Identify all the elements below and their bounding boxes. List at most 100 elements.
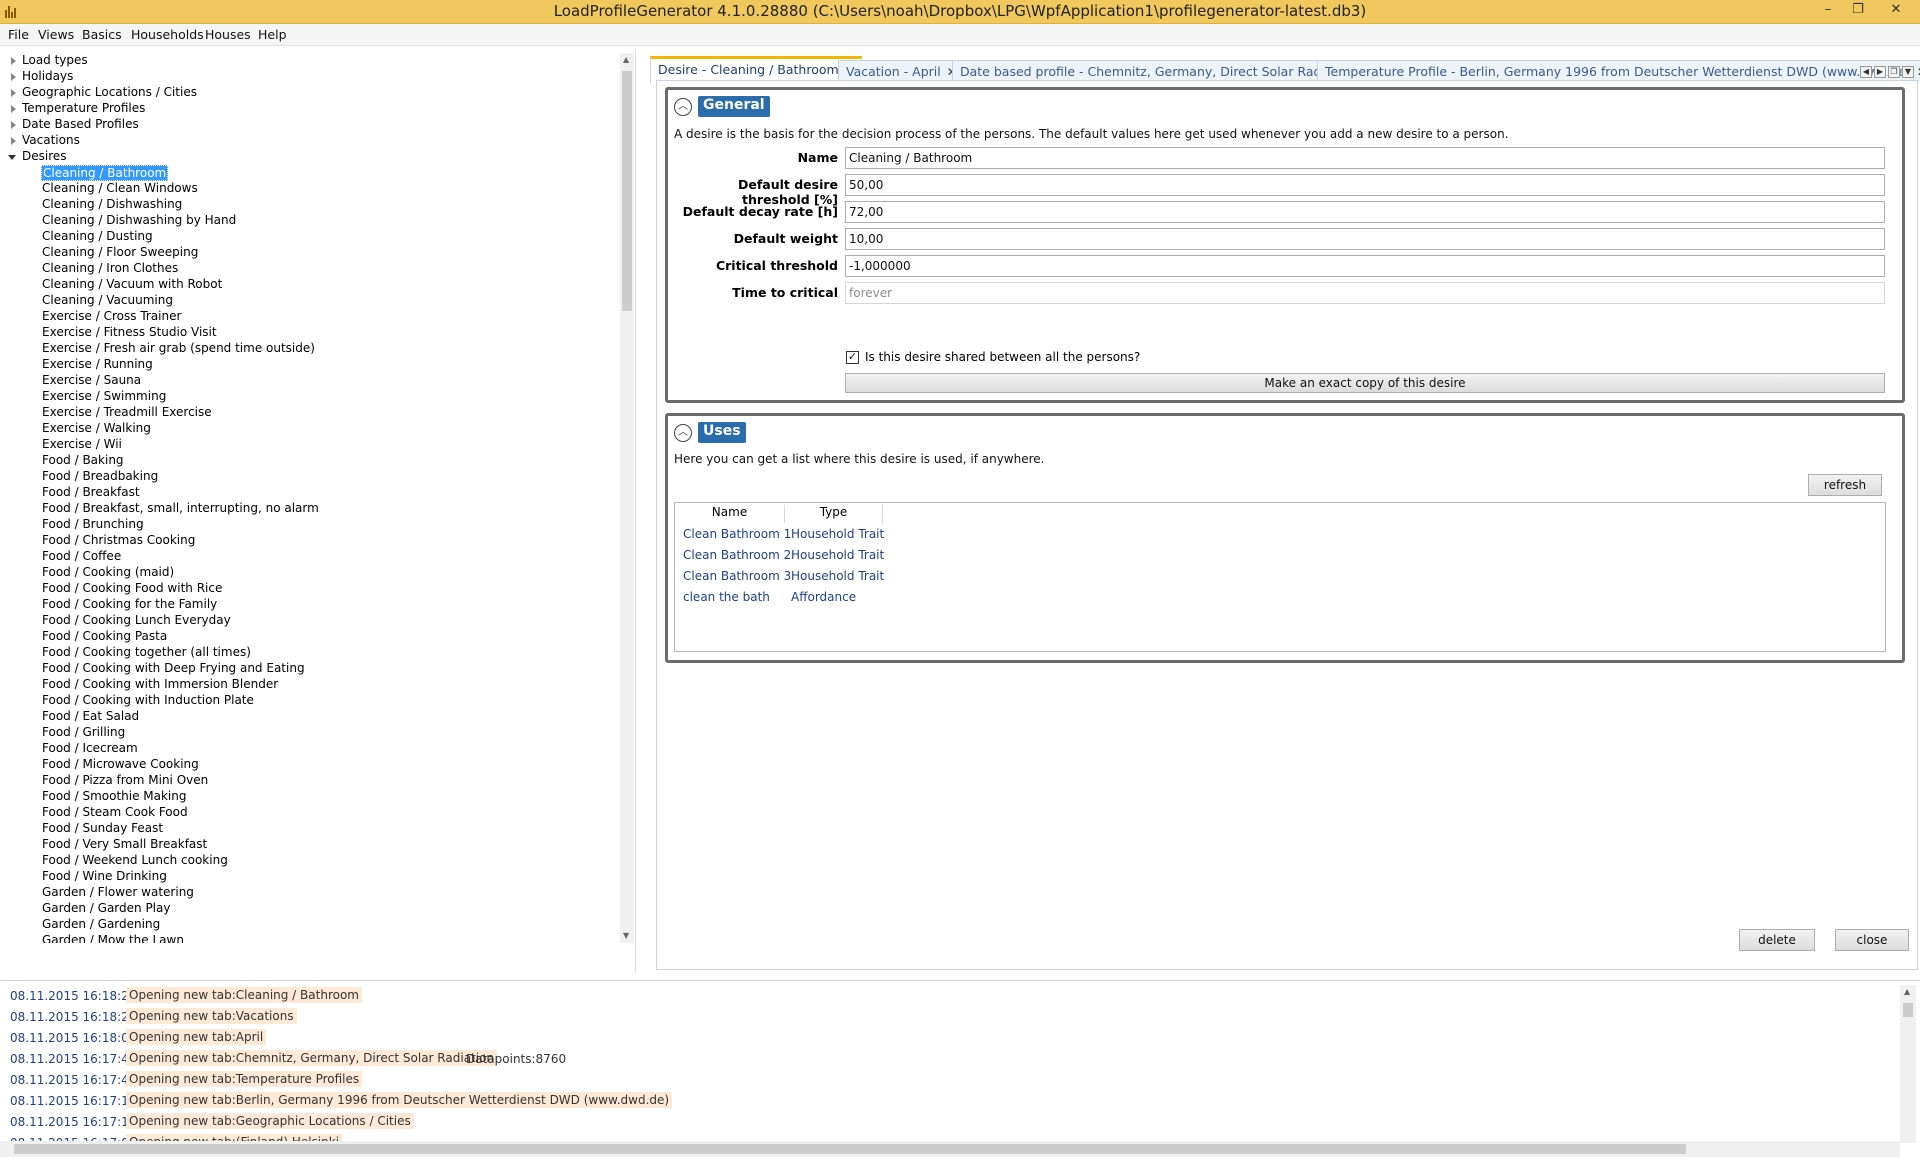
tree-node-label: Holidays [22, 69, 74, 83]
close-button[interactable]: close [1835, 929, 1909, 951]
column-header-type[interactable]: Type [785, 505, 883, 523]
tree-item-label: Exercise / Treadmill Exercise [42, 405, 212, 419]
shared-checkbox[interactable]: ✓ [846, 351, 859, 364]
tab-list-icon[interactable]: ❐ [1888, 66, 1900, 78]
tree-item-label: Exercise / Sauna [42, 373, 142, 387]
log-message: Opening new tab:Vacations [126, 1008, 297, 1024]
desire-threshold-field[interactable]: 50,00 [845, 174, 1885, 196]
restore-button[interactable]: ❐ [1846, 0, 1870, 22]
tree-item-label: Food / Grilling [42, 725, 126, 739]
tab-temperature-profile[interactable]: Temperature Profile - Berlin, Germany 19… [1317, 60, 1920, 82]
scroll-down-icon[interactable]: ▼ [623, 931, 629, 940]
tree-item-label: Garden / Garden Play [42, 901, 171, 915]
tree-item-label: Exercise / Running [42, 357, 153, 371]
tree-item-label: Food / Breakfast, small, interrupting, n… [42, 501, 319, 515]
collapse-icon[interactable]: ︿ [674, 98, 692, 116]
menu-houses[interactable]: Houses [205, 27, 251, 42]
row-type: Household Trait [791, 548, 885, 562]
desire-editor: ︿ General A desire is the basis for the … [656, 80, 1918, 970]
tree-item-label: Food / Baking [42, 453, 124, 467]
log-timestamp: 08.11.2015 16:18:24 [10, 1010, 137, 1024]
row-type: Household Trait [791, 569, 885, 583]
tree-item-label: Food / Cooking Pasta [42, 629, 168, 643]
tree-item-label: Food / Cooking with Induction Plate [42, 693, 254, 707]
name-field[interactable]: Cleaning / Bathroom [845, 147, 1885, 169]
tab-label: Vacation - April [846, 64, 941, 79]
tree-scroll-thumb[interactable] [622, 71, 632, 311]
log-timestamp: 08.11.2015 16:18:04 [10, 1031, 137, 1045]
tree-item-label: Cleaning / Dusting [42, 229, 153, 243]
tree-node-label: Desires [22, 149, 67, 163]
tab-label: Desire - Cleaning / Bathroom [658, 62, 839, 77]
column-header-name[interactable]: Name [675, 505, 785, 523]
menu-bar: File Views Basics Households Houses Help [0, 24, 1920, 46]
refresh-button[interactable]: refresh [1808, 474, 1882, 496]
menu-file[interactable]: File [8, 27, 29, 42]
general-title: General [698, 96, 770, 117]
tree-item-label: Food / Breadbaking [42, 469, 159, 483]
tab-menu-icon[interactable]: ▼ [1902, 66, 1914, 78]
uses-table: Name Type Clean Bathroom 1 Household Tra… [674, 502, 1886, 652]
copy-desire-button[interactable]: Make an exact copy of this desire [845, 373, 1885, 393]
log-message: Opening new tab:Chemnitz, Germany, Direc… [126, 1050, 498, 1066]
log-timestamp: 08.11.2015 16:17:46 [10, 1073, 137, 1087]
log-horizontal-thumb[interactable] [14, 1144, 1686, 1154]
log-vertical-scrollbar[interactable]: ▲ [1900, 985, 1916, 1143]
tree-item-label: Cleaning / Clean Windows [42, 181, 198, 195]
decay-rate-label: Default decay rate [h] [682, 204, 838, 219]
tree-item-label: Cleaning / Vacuuming [42, 293, 173, 307]
tree-item-label: Food / Cooking (maid) [42, 565, 175, 579]
log-timestamp: 08.11.2015 16:17:16 [10, 1094, 137, 1108]
tree-node-label: Geographic Locations / Cities [22, 85, 197, 99]
log-vertical-thumb[interactable] [1903, 1003, 1913, 1017]
default-weight-label: Default weight [733, 231, 838, 246]
log-extra-info: Datapoints:8760 [466, 1052, 567, 1066]
tree-item-label: Food / Cooking Food with Rice [42, 581, 223, 595]
collapsed-arrow-icon[interactable] [11, 89, 16, 97]
collapsed-arrow-icon[interactable] [11, 137, 16, 145]
uses-group: ︿ Uses Here you can get a list where thi… [665, 413, 1905, 663]
tree-item-label: Food / Cooking with Immersion Blender [42, 677, 279, 691]
tree-node-label: Load types [22, 53, 88, 67]
tree-item-label: Cleaning / Floor Sweeping [42, 245, 199, 259]
expanded-arrow-icon[interactable] [8, 155, 16, 160]
scroll-up-icon[interactable]: ▲ [623, 55, 629, 64]
scroll-up-icon[interactable]: ▲ [1904, 987, 1910, 996]
tab-scroll-left-icon[interactable]: ◀ [1860, 66, 1872, 78]
tab-scroll-right-icon[interactable]: ▶ [1874, 66, 1886, 78]
tree-item-label: Food / Icecream [42, 741, 138, 755]
name-label: Name [797, 150, 838, 165]
collapsed-arrow-icon[interactable] [11, 57, 16, 65]
default-weight-field[interactable]: 10,00 [845, 228, 1885, 250]
general-group: ︿ General A desire is the basis for the … [665, 87, 1905, 403]
collapsed-arrow-icon[interactable] [11, 105, 16, 113]
log-message: Opening new tab:April [126, 1029, 267, 1045]
menu-views[interactable]: Views [38, 27, 74, 42]
tab-vacation-april[interactable]: Vacation - April✕ [838, 60, 964, 82]
collapsed-arrow-icon[interactable] [11, 73, 16, 81]
critical-threshold-field[interactable]: -1,000000 [845, 255, 1885, 277]
tree-item-label: Cleaning / Dishwashing by Hand [42, 213, 237, 227]
row-type: Household Trait [791, 527, 885, 541]
menu-households[interactable]: Households [131, 27, 204, 42]
close-window-button[interactable]: ✕ [1884, 0, 1908, 22]
navigation-tree: Load types Holidays Geographic Locations /… [0, 53, 618, 943]
menu-help[interactable]: Help [258, 27, 287, 42]
tree-item-label: Food / Sunday Feast [42, 821, 164, 835]
tree-scrollbar[interactable]: ▲ ▼ [620, 53, 634, 943]
log-horizontal-scrollbar[interactable] [0, 1141, 1900, 1157]
tab-date-based-profile[interactable]: Date based profile - Chemnitz, Germany, … [952, 60, 1380, 82]
collapsed-arrow-icon[interactable] [11, 121, 16, 129]
tree-item-label: Food / Steam Cook Food [42, 805, 188, 819]
menu-basics[interactable]: Basics [82, 27, 122, 42]
tree-item-label: Food / Christmas Cooking [42, 533, 196, 547]
delete-button[interactable]: delete [1739, 929, 1815, 951]
shared-checkbox-label: Is this desire shared between all the pe… [865, 350, 1141, 364]
decay-rate-field[interactable]: 72,00 [845, 201, 1885, 223]
row-name: Clean Bathroom 1 [683, 527, 792, 541]
collapse-icon[interactable]: ︿ [674, 424, 692, 442]
log-timestamp: 08.11.2015 16:17:47 [10, 1052, 137, 1066]
log-message: Opening new tab:Berlin, Germany 1996 fro… [126, 1092, 673, 1108]
minimize-button[interactable]: – [1816, 0, 1840, 22]
log-pane: 08.11.2015 16:18:26 Opening new tab:Clean… [0, 980, 1920, 1160]
